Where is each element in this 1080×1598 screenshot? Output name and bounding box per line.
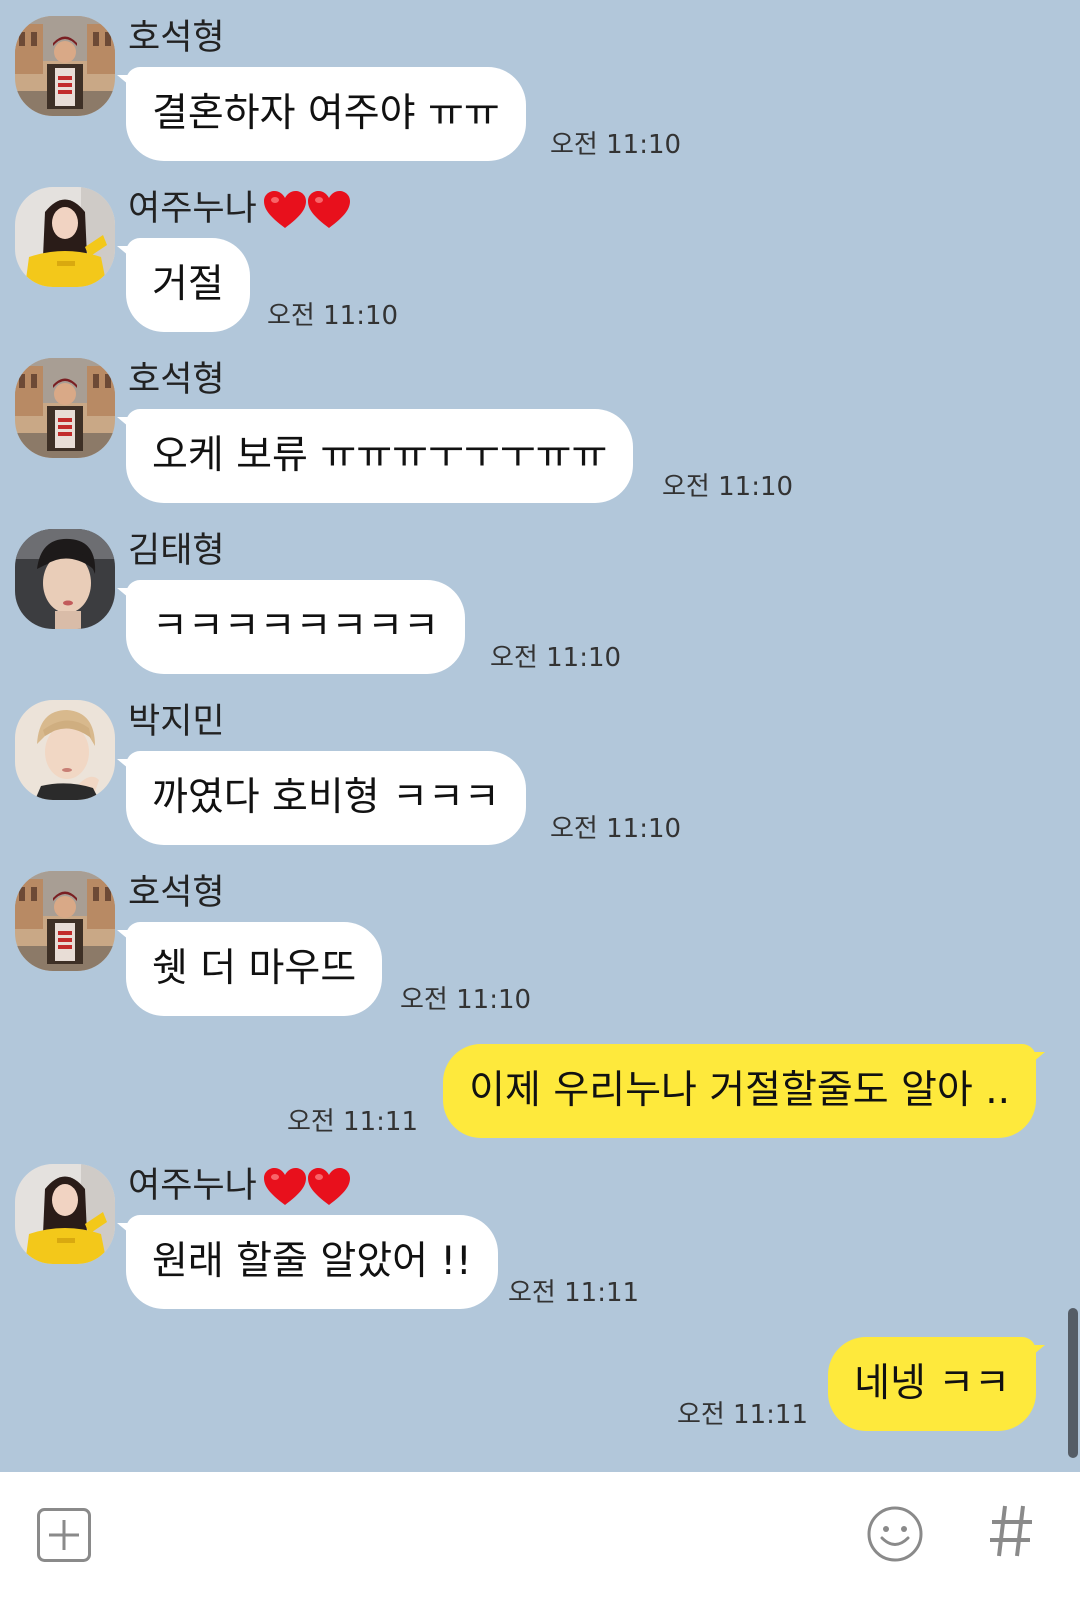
sender-name: 호석형 xyxy=(128,18,225,58)
profile-photo-icon xyxy=(15,358,115,458)
message-bubble[interactable]: 원래 할줄 알았어 !! xyxy=(117,1215,498,1309)
message-time: 오전 11:11 xyxy=(676,1400,808,1430)
message-bubble[interactable]: ㅋㅋㅋㅋㅋㅋㅋㅋ xyxy=(116,580,466,674)
profile-photo-icon xyxy=(15,529,115,629)
message-time: 오전 11:10 xyxy=(267,301,399,331)
message-bubble-outgoing[interactable]: 이제 우리누나 거절할줄도 알아 .. xyxy=(443,1044,1045,1138)
message-time: 오전 11:11 xyxy=(508,1278,640,1308)
message-bubble[interactable]: 거절 xyxy=(117,238,250,332)
sender-name: 박지민 xyxy=(128,702,225,742)
plus-box-icon[interactable] xyxy=(36,1507,92,1563)
profile-photo-icon xyxy=(15,1164,115,1264)
profile-photo-icon xyxy=(15,16,115,116)
heart-emoji-icon xyxy=(263,190,353,230)
message-time: 오전 11:10 xyxy=(490,643,622,673)
avatar[interactable] xyxy=(15,529,115,629)
message-bubble[interactable]: 쉣 더 마우뜨 xyxy=(116,922,383,1016)
avatar[interactable] xyxy=(15,187,115,287)
avatar[interactable] xyxy=(15,16,115,116)
smiley-icon[interactable] xyxy=(866,1505,924,1563)
hash-icon[interactable] xyxy=(988,1502,1034,1560)
message-time: 오전 11:11 xyxy=(286,1107,418,1137)
sender-name: 호석형 xyxy=(128,873,225,913)
message-time: 오전 11:10 xyxy=(400,985,532,1015)
message-time: 오전 11:10 xyxy=(662,472,794,502)
avatar[interactable] xyxy=(15,358,115,458)
avatar[interactable] xyxy=(15,1164,115,1264)
sender-name: 호석형 xyxy=(128,360,225,400)
scrollbar[interactable] xyxy=(1068,1308,1078,1458)
message-bubble[interactable]: 오케 보류 ㅠㅠㅠㅜㅜㅜㅠㅠ xyxy=(116,409,634,503)
heart-emoji-icon xyxy=(263,1167,353,1207)
profile-photo-icon xyxy=(15,871,115,971)
chat-area[interactable]: 호석형 결혼하자 여주야 ㅠㅠ 오전 11:10 여주누나 거절 오전 11:1… xyxy=(0,0,1080,1472)
profile-photo-icon xyxy=(15,187,115,287)
profile-photo-icon xyxy=(15,700,115,800)
avatar[interactable] xyxy=(15,871,115,971)
sender-name: 김태형 xyxy=(128,531,225,571)
input-bar xyxy=(0,1472,1080,1598)
message-time: 오전 11:10 xyxy=(550,814,682,844)
sender-name: 여주누나 xyxy=(128,1164,353,1208)
sender-name: 여주누나 xyxy=(128,187,353,231)
message-time: 오전 11:10 xyxy=(550,130,682,160)
message-bubble-outgoing[interactable]: 네넹 ㅋㅋ xyxy=(828,1337,1045,1431)
avatar[interactable] xyxy=(15,700,115,800)
message-bubble[interactable]: 까였다 호비형 ㅋㅋㅋ xyxy=(117,751,526,845)
message-bubble[interactable]: 결혼하자 여주야 ㅠㅠ xyxy=(117,67,526,161)
